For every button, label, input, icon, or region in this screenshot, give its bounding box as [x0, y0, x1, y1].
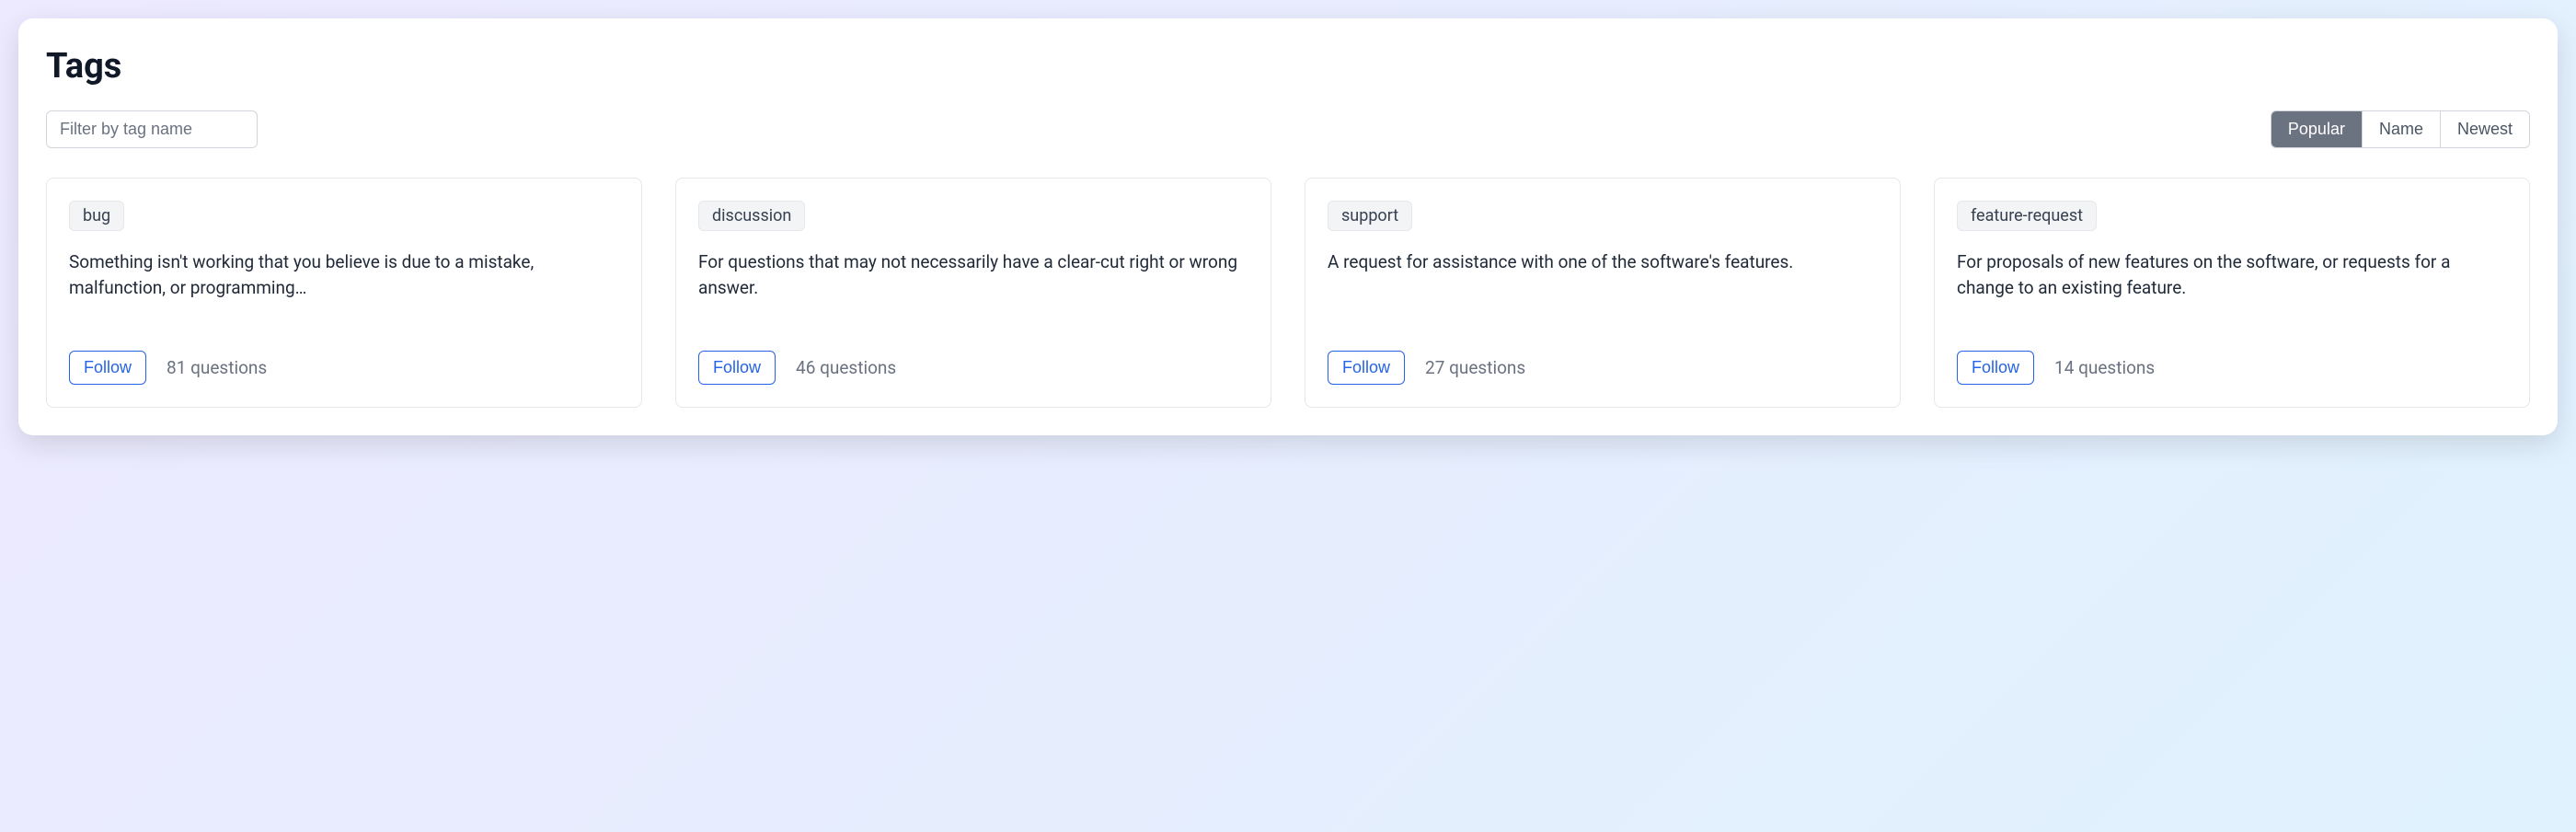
tag-cards-grid: bug Something isn't working that you bel… — [46, 178, 2530, 408]
tag-description: A request for assistance with one of the… — [1328, 249, 1878, 327]
sort-tab-popular[interactable]: Popular — [2271, 111, 2362, 147]
tag-card: bug Something isn't working that you bel… — [46, 178, 642, 408]
card-footer: Follow 14 questions — [1957, 351, 2507, 385]
tag-pill-bug[interactable]: bug — [69, 201, 124, 231]
sort-tabs: Popular Name Newest — [2271, 110, 2530, 148]
question-count: 46 questions — [796, 357, 896, 378]
tag-card: feature-request For proposals of new fea… — [1934, 178, 2530, 408]
question-count: 27 questions — [1425, 357, 1525, 378]
tag-description: For proposals of new features on the sof… — [1957, 249, 2507, 327]
tag-card: support A request for assistance with on… — [1305, 178, 1901, 408]
sort-tab-newest[interactable]: Newest — [2440, 111, 2529, 147]
tag-card: discussion For questions that may not ne… — [675, 178, 1271, 408]
card-footer: Follow 27 questions — [1328, 351, 1878, 385]
follow-button[interactable]: Follow — [1328, 351, 1405, 385]
tags-panel: Tags Popular Name Newest bug Something i… — [18, 18, 2558, 435]
follow-button[interactable]: Follow — [698, 351, 776, 385]
tag-pill-support[interactable]: support — [1328, 201, 1412, 231]
question-count: 81 questions — [167, 357, 267, 378]
sort-tab-name[interactable]: Name — [2362, 111, 2440, 147]
follow-button[interactable]: Follow — [1957, 351, 2034, 385]
controls-row: Popular Name Newest — [46, 110, 2530, 148]
tag-description: For questions that may not necessarily h… — [698, 249, 1248, 327]
filter-input[interactable] — [46, 110, 258, 148]
tag-pill-feature-request[interactable]: feature-request — [1957, 201, 2097, 231]
question-count: 14 questions — [2054, 357, 2155, 378]
page-title: Tags — [46, 46, 2530, 87]
tag-description: Something isn't working that you believe… — [69, 249, 619, 327]
card-footer: Follow 46 questions — [698, 351, 1248, 385]
follow-button[interactable]: Follow — [69, 351, 146, 385]
card-footer: Follow 81 questions — [69, 351, 619, 385]
tag-pill-discussion[interactable]: discussion — [698, 201, 805, 231]
